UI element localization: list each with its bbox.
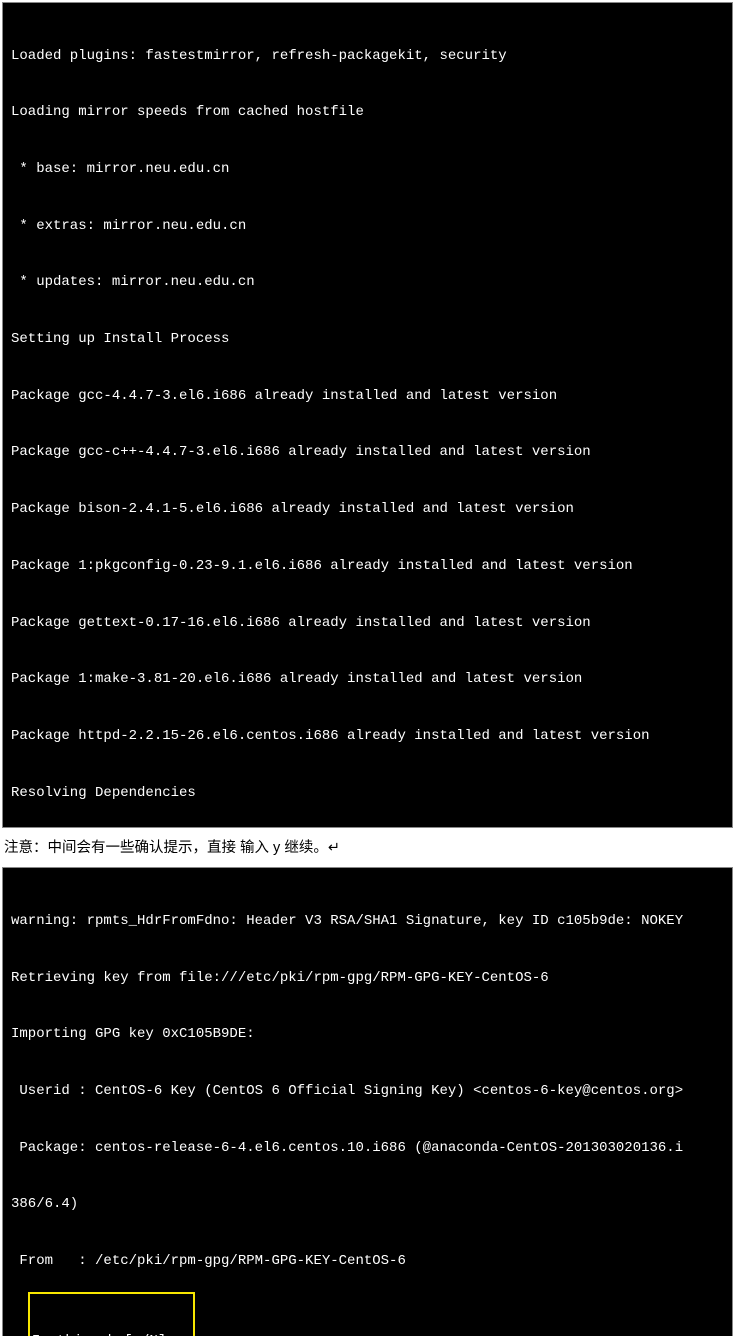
instruction-note-1: 注意：中间会有一些确认提示，直接 输入 y 继续。↵ <box>0 832 735 861</box>
confirm-prompt-highlight: Is this ok [y/N]: y <box>28 1292 196 1336</box>
terminal-output-1: Loaded plugins: fastestmirror, refresh-p… <box>2 2 733 828</box>
terminal-line: Package httpd-2.2.15-26.el6.centos.i686 … <box>11 727 724 746</box>
terminal-line: warning: rpmts_HdrFromFdno: Header V3 RS… <box>11 912 724 931</box>
terminal-line: Userid : CentOS-6 Key (CentOS 6 Official… <box>11 1082 724 1101</box>
terminal-line: 386/6.4) <box>11 1195 724 1214</box>
terminal-line: Resolving Dependencies <box>11 784 724 803</box>
terminal-line: * extras: mirror.neu.edu.cn <box>11 217 724 236</box>
terminal-line: Package gcc-c++-4.4.7-3.el6.i686 already… <box>11 443 724 462</box>
terminal-line: * base: mirror.neu.edu.cn <box>11 160 724 179</box>
terminal-line: Loading mirror speeds from cached hostfi… <box>11 103 724 122</box>
terminal-line: From : /etc/pki/rpm-gpg/RPM-GPG-KEY-Cent… <box>11 1252 724 1271</box>
confirm-prompt-line: Is this ok [y/N]: y <box>32 1332 192 1336</box>
terminal-line: Setting up Install Process <box>11 330 724 349</box>
terminal-line: Importing GPG key 0xC105B9DE: <box>11 1025 724 1044</box>
terminal-line: Package 1:pkgconfig-0.23-9.1.el6.i686 al… <box>11 557 724 576</box>
terminal-line: Package bison-2.4.1-5.el6.i686 already i… <box>11 500 724 519</box>
terminal-line: Package gcc-4.4.7-3.el6.i686 already ins… <box>11 387 724 406</box>
terminal-line: Package 1:make-3.81-20.el6.i686 already … <box>11 670 724 689</box>
terminal-line: Package: centos-release-6-4.el6.centos.1… <box>11 1139 724 1158</box>
terminal-line: Loaded plugins: fastestmirror, refresh-p… <box>11 47 724 66</box>
terminal-line: Retrieving key from file:///etc/pki/rpm-… <box>11 969 724 988</box>
terminal-line: Package gettext-0.17-16.el6.i686 already… <box>11 614 724 633</box>
terminal-output-2: warning: rpmts_HdrFromFdno: Header V3 RS… <box>2 867 733 1336</box>
terminal-line: * updates: mirror.neu.edu.cn <box>11 273 724 292</box>
